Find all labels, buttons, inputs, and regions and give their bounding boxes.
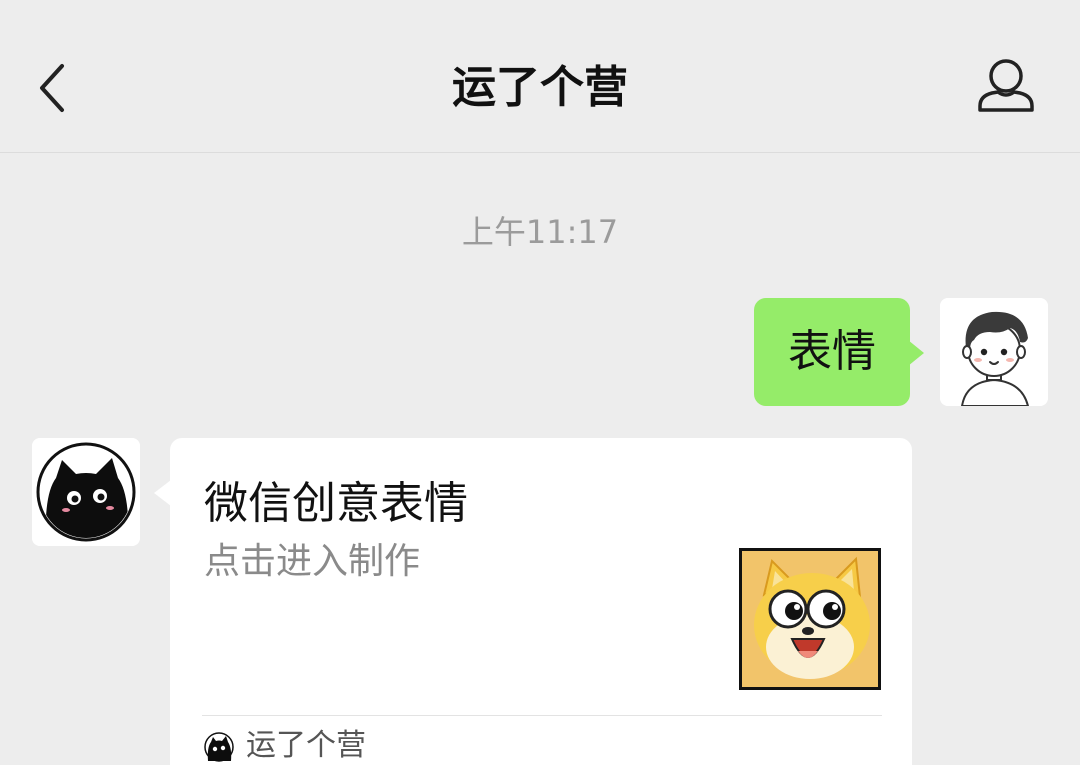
chat-profile-button[interactable]	[966, 52, 1046, 124]
card-title: 微信创意表情	[204, 478, 468, 529]
outgoing-message-bubble[interactable]: 表情	[754, 298, 910, 406]
self-avatar[interactable]	[940, 298, 1048, 406]
card-subtitle: 点击进入制作	[204, 541, 421, 582]
contact-avatar[interactable]	[32, 438, 140, 546]
chat-title: 运了个营	[452, 62, 628, 113]
user-icon	[978, 59, 1034, 112]
chevron-left-icon	[40, 64, 64, 112]
card-source-name: 运了个营	[246, 728, 366, 763]
black-cat-avatar-icon	[32, 438, 140, 546]
bubble-tail	[908, 340, 924, 366]
card-thumbnail	[739, 548, 881, 690]
shiba-sticker-icon	[742, 551, 878, 687]
card-divider	[202, 715, 882, 716]
mini-program-card[interactable]: 微信创意表情 点击进入制作 运了个营	[170, 438, 912, 765]
boy-avatar-icon	[940, 298, 1048, 406]
chat-screen: 运了个营 上午11:17 表情 微信创意表情 点击进入制作 运了个营	[0, 0, 1080, 765]
message-timestamp: 上午11:17	[461, 213, 619, 251]
back-button[interactable]	[22, 52, 82, 124]
source-app-icon	[204, 732, 234, 762]
chat-header: 运了个营	[0, 0, 1080, 153]
card-tail	[154, 480, 171, 506]
